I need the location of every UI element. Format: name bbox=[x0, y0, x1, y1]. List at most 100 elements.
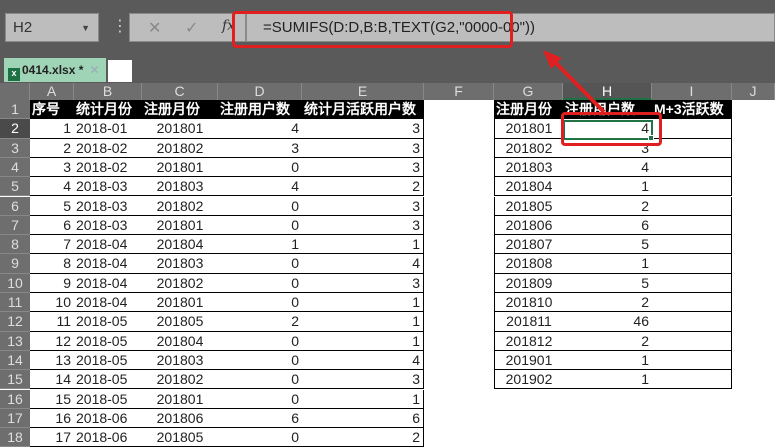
table-cell[interactable]: 1 bbox=[302, 293, 424, 313]
table-cell[interactable]: 3 bbox=[302, 157, 424, 178]
table-cell[interactable]: 16 bbox=[30, 409, 74, 429]
header-cell[interactable]: 统计月份 bbox=[74, 100, 142, 120]
header-cell[interactable]: 注册月份 bbox=[142, 100, 218, 120]
row-header-3[interactable]: 3 bbox=[0, 138, 30, 158]
table-cell[interactable]: 201802 bbox=[142, 139, 218, 158]
close-icon[interactable]: ✕ bbox=[89, 63, 99, 77]
table-cell[interactable]: 4 bbox=[218, 177, 302, 197]
table-cell[interactable]: 3 bbox=[302, 196, 424, 216]
summary-cell[interactable]: 201801 bbox=[494, 119, 563, 139]
more-icon[interactable]: ⋮ bbox=[112, 16, 128, 35]
table-cell[interactable]: 1 bbox=[30, 119, 74, 139]
summary-cell[interactable] bbox=[652, 293, 732, 313]
table-cell[interactable]: 3 bbox=[302, 119, 424, 139]
table-cell[interactable]: 2018-05 bbox=[74, 332, 142, 351]
table-cell[interactable]: 201804 bbox=[142, 235, 218, 255]
summary-cell[interactable]: 5 bbox=[563, 274, 652, 293]
workbook-tab[interactable]: x 0414.xlsx * ✕ bbox=[4, 58, 106, 82]
summary-cell[interactable]: 201807 bbox=[494, 235, 563, 255]
summary-cell[interactable]: 201812 bbox=[494, 331, 563, 351]
table-cell[interactable]: 201801 bbox=[142, 390, 218, 409]
summary-cell[interactable]: 1 bbox=[563, 370, 652, 390]
summary-cell[interactable]: 201804 bbox=[494, 177, 563, 197]
table-cell[interactable]: 2018-04 bbox=[74, 293, 142, 313]
table-cell[interactable]: 7 bbox=[30, 235, 74, 255]
summary-cell[interactable]: 201810 bbox=[494, 293, 563, 313]
table-cell[interactable]: 2 bbox=[30, 139, 74, 158]
table-cell[interactable]: 201802 bbox=[142, 370, 218, 390]
table-cell[interactable]: 0 bbox=[218, 332, 302, 351]
table-cell[interactable]: 2018-04 bbox=[74, 235, 142, 255]
table-cell[interactable]: 0 bbox=[218, 370, 302, 390]
table-cell[interactable]: 0 bbox=[218, 293, 302, 313]
table-cell[interactable]: 11 bbox=[30, 312, 74, 332]
table-cell[interactable]: 4 bbox=[302, 254, 424, 274]
column-header-C[interactable]: C bbox=[142, 83, 218, 100]
table-cell[interactable]: 2018-02 bbox=[74, 158, 142, 178]
table-cell[interactable]: 8 bbox=[30, 254, 74, 274]
column-header-J[interactable]: J bbox=[732, 83, 775, 100]
summary-cell[interactable]: 4 bbox=[563, 158, 652, 178]
summary-cell[interactable] bbox=[652, 177, 732, 197]
row-header-15[interactable]: 15 bbox=[0, 370, 30, 390]
table-cell[interactable]: 1 bbox=[302, 331, 424, 351]
table-cell[interactable]: 6 bbox=[30, 216, 74, 236]
table-cell[interactable]: 4 bbox=[218, 119, 302, 139]
row-header-8[interactable]: 8 bbox=[0, 235, 30, 255]
table-cell[interactable]: 201803 bbox=[142, 351, 218, 371]
summary-cell[interactable] bbox=[652, 254, 732, 274]
table-cell[interactable]: 2018-04 bbox=[74, 274, 142, 293]
summary-cell[interactable] bbox=[652, 273, 732, 293]
table-cell[interactable]: 201803 bbox=[142, 177, 218, 197]
table-cell[interactable]: 15 bbox=[30, 390, 74, 409]
summary-cell[interactable]: 201902 bbox=[494, 370, 563, 390]
table-cell[interactable]: 201801 bbox=[142, 119, 218, 139]
table-cell[interactable]: 0 bbox=[218, 216, 302, 236]
table-cell[interactable]: 0 bbox=[218, 351, 302, 371]
table-cell[interactable]: 3 bbox=[302, 138, 424, 158]
table-cell[interactable]: 0 bbox=[218, 254, 302, 274]
table-cell[interactable]: 2 bbox=[302, 177, 424, 197]
table-cell[interactable]: 2018-05 bbox=[74, 390, 142, 409]
table-cell[interactable]: 2018-05 bbox=[74, 351, 142, 371]
summary-cell[interactable] bbox=[652, 331, 732, 351]
column-header-B[interactable]: B bbox=[74, 83, 142, 100]
summary-cell[interactable] bbox=[652, 138, 732, 158]
header-cell[interactable]: 序号 bbox=[30, 100, 74, 120]
table-cell[interactable]: 2018-05 bbox=[74, 312, 142, 332]
table-cell[interactable]: 1 bbox=[302, 312, 424, 332]
header-cell[interactable]: 统计月活跃用户数 bbox=[302, 100, 424, 120]
table-cell[interactable]: 14 bbox=[30, 370, 74, 390]
select-all-corner[interactable] bbox=[0, 83, 30, 100]
table-cell[interactable]: 201801 bbox=[142, 158, 218, 178]
table-cell[interactable]: 3 bbox=[30, 158, 74, 178]
summary-cell[interactable]: 201901 bbox=[494, 350, 563, 371]
header-cell[interactable]: 注册用户数 bbox=[218, 100, 302, 120]
name-box[interactable]: H2 ▼ bbox=[5, 13, 99, 42]
table-cell[interactable]: 1 bbox=[302, 235, 424, 255]
row-header-5[interactable]: 5 bbox=[0, 177, 30, 197]
summary-cell[interactable]: 1 bbox=[563, 254, 652, 274]
table-cell[interactable]: 2018-02 bbox=[74, 139, 142, 158]
row-header-1[interactable]: 1 bbox=[0, 100, 30, 120]
table-cell[interactable]: 2 bbox=[218, 312, 302, 332]
summary-header-cell[interactable]: 注册月份 bbox=[494, 100, 563, 120]
table-cell[interactable]: 9 bbox=[30, 274, 74, 293]
table-cell[interactable]: 0 bbox=[218, 197, 302, 216]
summary-cell[interactable] bbox=[652, 157, 732, 178]
row-header-18[interactable]: 18 bbox=[0, 428, 30, 448]
table-cell[interactable]: 13 bbox=[30, 351, 74, 371]
cancel-icon[interactable]: ✕ bbox=[148, 18, 161, 37]
summary-cell[interactable]: 2 bbox=[563, 332, 652, 351]
table-cell[interactable]: 201802 bbox=[142, 197, 218, 216]
table-cell[interactable]: 2018-03 bbox=[74, 216, 142, 236]
column-header-I[interactable]: I bbox=[652, 83, 732, 100]
row-header-13[interactable]: 13 bbox=[0, 331, 30, 351]
table-cell[interactable]: 3 bbox=[302, 370, 424, 390]
table-cell[interactable]: 201804 bbox=[142, 332, 218, 351]
enter-icon[interactable]: ✓ bbox=[185, 18, 198, 37]
table-cell[interactable]: 10 bbox=[30, 293, 74, 313]
row-header-12[interactable]: 12 bbox=[0, 312, 30, 332]
table-cell[interactable]: 201802 bbox=[142, 274, 218, 293]
row-header-11[interactable]: 11 bbox=[0, 293, 30, 313]
